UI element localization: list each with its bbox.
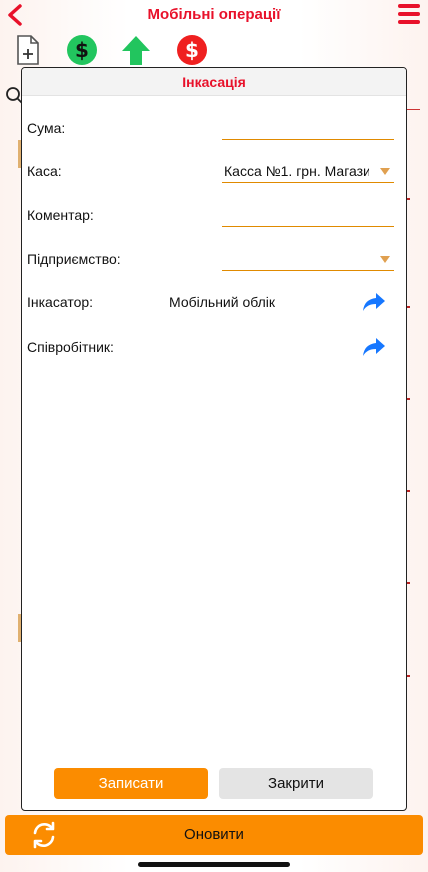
dialog-title: Інкасація (22, 68, 406, 96)
page-title: Мобільні операції (147, 6, 281, 23)
hamburger-menu-icon[interactable] (398, 3, 420, 25)
dollar-income-icon[interactable]: $ (66, 34, 98, 66)
close-button[interactable]: Закрити (219, 768, 373, 799)
home-indicator (138, 862, 290, 867)
app-header: Мобільні операції (0, 0, 428, 30)
comment-row: Коментар: (22, 200, 406, 230)
company-row: Підприємство: (22, 244, 406, 274)
dropdown-arrow-icon (380, 168, 390, 175)
refresh-button[interactable]: Оновити (5, 815, 423, 855)
employee-row: Співробітник: (22, 332, 406, 362)
company-label: Підприємство: (27, 251, 121, 267)
svg-text:$: $ (185, 38, 199, 62)
svg-text:$: $ (75, 38, 89, 62)
dropdown-arrow-icon (380, 256, 390, 263)
dollar-expense-icon[interactable]: $ (176, 34, 208, 66)
share-arrow-icon[interactable] (362, 336, 386, 358)
cash-register-value: Касса №1. грн. Магазин (224, 163, 369, 179)
amount-input[interactable] (222, 116, 394, 140)
save-button[interactable]: Записати (54, 768, 208, 799)
share-arrow-icon[interactable] (362, 291, 386, 313)
collector-row: Інкасатор: Мобільний облік (22, 287, 406, 317)
collector-value: Мобільний облік (169, 294, 276, 310)
cash-register-select[interactable]: Касса №1. грн. Магазин (222, 159, 394, 183)
refresh-label: Оновити (184, 826, 244, 843)
new-document-icon[interactable] (12, 34, 44, 66)
collection-dialog: Інкасація Сума: Каса: Касса №1. грн. Маг… (21, 67, 407, 811)
collector-label: Інкасатор: (27, 294, 94, 310)
cash-register-label: Каса: (27, 163, 62, 179)
employee-label: Співробітник: (27, 339, 114, 355)
cash-register-row: Каса: Касса №1. грн. Магазин (22, 156, 406, 186)
company-select[interactable] (222, 247, 394, 271)
amount-label: Сума: (27, 120, 66, 136)
upload-arrow-icon[interactable] (120, 34, 152, 66)
amount-row: Сума: (22, 113, 406, 143)
comment-input[interactable] (222, 203, 394, 227)
comment-label: Коментар: (27, 207, 94, 223)
operations-toolbar: $ $ (0, 32, 428, 68)
